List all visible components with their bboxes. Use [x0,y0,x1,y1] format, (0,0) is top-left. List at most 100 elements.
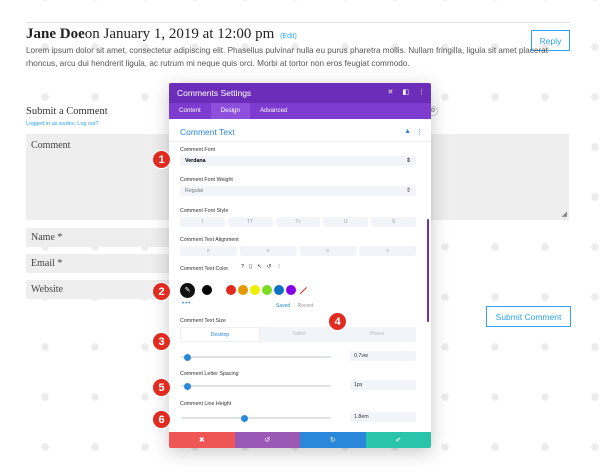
device-tab-tablet[interactable]: Tablet [260,327,338,342]
font-select[interactable]: Verdana ⇕ [180,156,416,166]
text-size-slider[interactable] [181,353,331,361]
name-label: Name * [31,232,63,243]
swatch-purple[interactable] [286,285,296,295]
strikethrough-button[interactable]: S [371,217,416,227]
weight-value: Regular [185,188,204,194]
collapse-icon[interactable]: ▲ [404,128,411,136]
swatch-yellow[interactable] [250,285,260,295]
text-color-label: Comment Text Color [180,266,229,272]
expand-icon[interactable]: ◧ [402,88,409,96]
swatch-blue[interactable] [274,285,284,295]
italic-button[interactable]: I [180,217,225,227]
alignment-label: Comment Text Alignment [180,237,239,243]
hover-icon[interactable]: ↖ [257,264,262,270]
capitalize-button[interactable]: Tт [275,217,321,227]
section-divider [169,141,431,142]
reset-icon[interactable]: ↺ [267,264,272,270]
edit-link[interactable]: (Edit) [280,33,297,40]
slider-knob[interactable] [241,414,248,422]
line-height-label: Comment Line Height [180,401,232,407]
color-swatches: ✎ [180,282,308,298]
website-label: Website [31,284,63,295]
color-label-icons: ? ▯ ↖ ↺ ⋮ [241,264,282,270]
logged-in-link[interactable]: Logged in as wsdev. Log out? [26,121,99,127]
more-colors-icon[interactable]: ••• [182,301,191,307]
font-value: Verdana [185,158,206,164]
select-arrow-icon: ⇕ [405,188,411,194]
align-left-icon[interactable]: ≡ [180,246,237,256]
saved-recent-toggle: Saved Recent [276,303,313,309]
resize-handle-icon[interactable]: ◢ [562,210,567,218]
alignment-buttons: ≡ ≡ ≡ ≡ [180,246,416,256]
weight-select[interactable]: Regular ⇕ [180,186,416,196]
font-label: Comment Font [180,147,216,153]
modal-body: Comment Text ▲ ⋮ Comment Font Verdana ⇕ C… [169,119,431,432]
align-justify-icon[interactable]: ≡ [359,246,416,256]
modal-title: Comments Settings [177,88,252,98]
swatch-green[interactable] [262,285,272,295]
align-center-icon[interactable]: ≡ [239,246,297,256]
top-divider [26,22,570,23]
step-marker-1: 1 [152,150,171,169]
text-size-value[interactable]: 0.7vw [350,351,416,361]
align-right-icon[interactable]: ≡ [299,246,357,256]
options-icon[interactable]: ⋮ [276,264,282,270]
email-field[interactable]: Email * [26,254,186,273]
no-color-icon[interactable] [298,285,308,295]
modal-tabs: Content Design Advanced [169,103,431,119]
modal-header-icons: ✕ ◧ ⋮ [388,88,426,96]
saved-tab[interactable]: Saved [276,303,290,309]
device-tab-desktop[interactable]: Desktop [180,327,260,342]
uppercase-button[interactable]: TT [227,217,273,227]
tab-design[interactable]: Design [210,103,250,119]
mobile-icon[interactable]: ▯ [249,264,252,270]
section-title[interactable]: Comment Text [180,127,235,137]
comment-author: Jane Doe [26,26,85,42]
slider-knob[interactable] [184,382,191,390]
text-size-label: Comment Text Size [180,318,226,324]
email-label: Email * [31,258,63,269]
line-height-slider[interactable] [181,414,331,422]
modal-footer: ✖ ↺ ↻ ✔ [169,432,431,448]
swatch-orange[interactable] [238,285,248,295]
weight-label: Comment Font Weight [180,177,233,183]
modal-scrollbar[interactable] [427,219,429,322]
undo-button[interactable]: ↺ [234,432,300,448]
comments-settings-modal: Comments Settings ✕ ◧ ⋮ Content Design A… [169,83,431,448]
section-controls: ▲ ⋮ [404,128,423,136]
letter-spacing-label: Comment Letter Spacing [180,371,239,377]
page: Jane Doeon January 1, 2019 at 12:00 pm (… [0,0,610,472]
swatch-red[interactable] [226,285,236,295]
line-height-value[interactable]: 1.8em [350,412,416,422]
font-style-buttons: I TT Tт U S [180,217,416,227]
letter-spacing-slider[interactable] [181,382,331,390]
modal-header: Comments Settings ✕ ◧ ⋮ [169,83,431,103]
step-marker-3: 3 [152,332,171,351]
color-picker-eyedropper-icon[interactable]: ✎ [180,282,195,298]
help-icon[interactable]: ? [241,264,244,270]
submit-comment-title: Submit a Comment [26,106,108,117]
comment-body: Lorem ipsum dolor sit amet, consectetur … [26,46,548,68]
underline-button[interactable]: U [323,217,369,227]
slider-knob[interactable] [184,353,191,361]
save-button[interactable]: ✔ [365,432,431,448]
tab-content[interactable]: Content [169,103,211,119]
recent-tab[interactable]: Recent [298,303,314,309]
redo-button[interactable]: ↻ [300,432,366,448]
device-tab-phone[interactable]: Phone [338,327,416,342]
comment-placeholder: Comment [31,140,71,151]
letter-spacing-value[interactable]: 1px [350,380,416,390]
tab-advanced[interactable]: Advanced [250,103,298,119]
discard-button[interactable]: ✖ [169,432,235,448]
close-icon[interactable]: ✕ [388,88,394,96]
swatch-white[interactable] [214,285,224,295]
step-marker-4: 4 [328,312,347,331]
submit-comment-button[interactable]: Submit Comment [486,306,571,327]
section-more-icon[interactable]: ⋮ [416,128,423,136]
select-arrow-icon: ⇕ [405,158,411,164]
step-marker-6: 6 [152,410,171,429]
name-field[interactable]: Name * [26,228,186,247]
more-icon[interactable]: ⋮ [418,88,425,96]
device-tabs: Desktop Tablet Phone [180,327,416,342]
swatch-black[interactable] [202,285,212,295]
